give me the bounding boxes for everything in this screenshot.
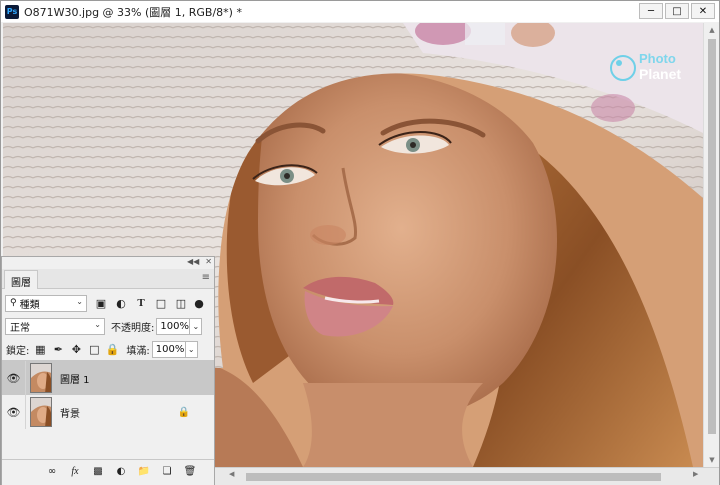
watermark-line1: Photo [639, 51, 676, 66]
fill-dropdown-icon[interactable]: ⌄ [185, 341, 198, 358]
opacity-dropdown-icon[interactable]: ⌄ [190, 317, 203, 335]
group-icon[interactable]: 📁 [136, 464, 152, 480]
lock-artboard-icon[interactable]: □ [86, 342, 102, 358]
panel-menu-icon[interactable]: ≡ [202, 273, 210, 283]
panel-tab-row: 圖層 ≡ [2, 269, 214, 289]
fx-icon[interactable]: fx [67, 464, 83, 480]
vertical-scrollbar[interactable]: ▲ ▼ [703, 23, 719, 467]
tab-layers[interactable]: 圖層 [4, 270, 38, 289]
close-button[interactable]: ✕ [691, 3, 715, 19]
opacity-input[interactable]: 100% [156, 317, 191, 335]
layers-panel: ◀◀ ✕ 圖層 ≡ ⚲ 種類 ⌄ ▣ ◐ T □ ◫ ● 正常 ⌄ 不透明度: … [1, 256, 215, 485]
blend-mode-select[interactable]: 正常 ⌄ [5, 317, 105, 335]
fill-input[interactable]: 100% [151, 341, 186, 358]
adjustment-icon[interactable]: ◐ [113, 464, 129, 480]
filter-smart-object-icon[interactable]: ◫ [173, 295, 189, 311]
filter-adjustment-icon[interactable]: ◐ [113, 295, 129, 311]
trash-icon[interactable]: 🗑 [182, 464, 198, 480]
layer-name[interactable]: 圖層 1 [60, 371, 90, 386]
filter-pixel-icon[interactable]: ▣ [93, 295, 109, 311]
lock-transparent-icon[interactable]: ▦ [32, 342, 48, 358]
mask-icon[interactable]: ▩ [90, 464, 106, 480]
title-bar: Ps O871W30.jpg @ 33% (圖層 1, RGB/8*) * ─ … [1, 1, 719, 22]
photoshop-app-icon: Ps [5, 4, 19, 19]
minimize-icon: ─ [647, 5, 655, 17]
search-icon: ⚲ [10, 298, 17, 308]
lock-row: 鎖定: ▦ ✒ ✥ □ 🔒 填滿: 100% ⌄ [2, 339, 214, 361]
watermark-line2: Planet [639, 66, 681, 82]
blend-mode-row: 正常 ⌄ 不透明度: 100% ⌄ [2, 315, 214, 337]
layer-lock-icon: 🔒 [177, 406, 190, 418]
scroll-right-icon[interactable]: ▶ [693, 470, 698, 478]
lock-label: 鎖定: [6, 346, 30, 357]
horizontal-scroll-thumb[interactable] [246, 473, 661, 481]
link-icon[interactable]: ∞ [44, 464, 60, 480]
document-title: O871W30.jpg @ 33% (圖層 1, RGB/8*) * [24, 5, 242, 19]
window-controls: ─ □ ✕ [639, 3, 715, 19]
vertical-scroll-thumb[interactable] [708, 39, 716, 434]
visibility-eye-icon[interactable]: 👁 [2, 395, 26, 429]
chevron-down-icon: ⌄ [94, 319, 101, 329]
layer-row[interactable]: 👁 背景 🔒 [2, 395, 214, 429]
layer-thumbnail [30, 363, 52, 393]
layer-thumbnail [30, 397, 52, 427]
photoshop-window: Ps O871W30.jpg @ 33% (圖層 1, RGB/8*) * ─ … [0, 0, 720, 485]
close-icon: ✕ [698, 5, 708, 17]
maximize-icon: □ [672, 5, 682, 17]
collapse-panel-icon[interactable]: ◀◀ [187, 257, 199, 269]
minimize-button[interactable]: ─ [639, 3, 663, 19]
maximize-button[interactable]: □ [665, 3, 689, 19]
chevron-down-icon: ⌄ [76, 296, 83, 306]
lock-position-move-icon[interactable]: ✥ [68, 342, 84, 358]
layer-row[interactable]: 👁 圖層 1 [2, 361, 214, 395]
layers-panel-footer: ∞ fx ▩ ◐ 📁 ❏ 🗑 [2, 459, 214, 483]
panel-header-controls: ◀◀ ✕ [172, 257, 212, 269]
close-panel-icon[interactable]: ✕ [205, 257, 212, 269]
filter-kind-select[interactable]: ⚲ 種類 ⌄ [5, 294, 87, 312]
layer-name[interactable]: 背景 [60, 405, 80, 420]
lock-all-icon[interactable]: 🔒 [104, 342, 120, 358]
filter-kind-value: 種類 [19, 299, 40, 311]
scroll-down-icon[interactable]: ▼ [704, 453, 720, 467]
new-layer-icon[interactable]: ❏ [159, 464, 175, 480]
filter-toggle-icon[interactable]: ● [191, 295, 207, 311]
filter-type-icon[interactable]: T [133, 295, 149, 311]
lock-image-brush-icon[interactable]: ✒ [50, 342, 66, 358]
scroll-up-icon[interactable]: ▲ [704, 23, 720, 37]
blend-mode-value: 正常 [10, 322, 30, 334]
layer-filter-row: ⚲ 種類 ⌄ ▣ ◐ T □ ◫ ● [2, 291, 214, 315]
visibility-eye-icon[interactable]: 👁 [2, 361, 26, 395]
fill-label: 填滿: [126, 346, 150, 357]
scroll-left-icon[interactable]: ◀ [229, 470, 234, 478]
opacity-label: 不透明度: [111, 322, 155, 334]
filter-shape-icon[interactable]: □ [153, 295, 169, 311]
